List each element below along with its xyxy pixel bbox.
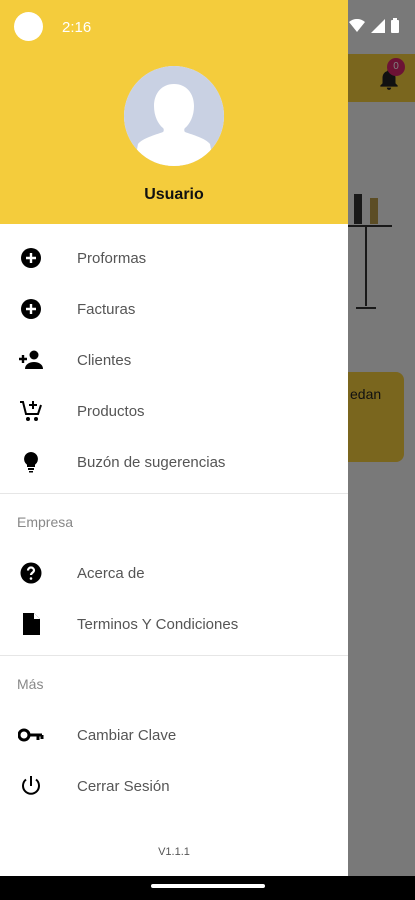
person-add-icon [18, 347, 44, 373]
section-title-mas: Más [17, 676, 44, 692]
add-circle-icon [18, 245, 44, 271]
power-icon [18, 773, 44, 799]
add-circle-icon [18, 296, 44, 322]
menu-item-acerca-de[interactable]: Acerca de [0, 548, 348, 598]
divider [0, 655, 348, 656]
status-app-icon [14, 12, 43, 41]
avatar-placeholder-icon [124, 66, 224, 166]
navigation-drawer: Usuario Proformas Facturas Clientes Prod… [0, 0, 348, 876]
menu-item-clientes[interactable]: Clientes [0, 335, 348, 385]
menu-item-cerrar-sesion[interactable]: Cerrar Sesión [0, 761, 348, 811]
home-indicator[interactable] [151, 884, 265, 888]
section-title-empresa: Empresa [17, 514, 74, 530]
status-time: 2:16 [62, 19, 92, 36]
status-icons [349, 18, 399, 33]
help-circle-icon [18, 560, 44, 586]
add-cart-icon [18, 398, 44, 424]
menu-item-facturas[interactable]: Facturas [0, 284, 348, 334]
divider [0, 493, 348, 494]
system-nav-bar [0, 876, 415, 900]
document-icon [18, 611, 44, 637]
lightbulb-icon [18, 449, 44, 475]
menu-label: Cambiar Clave [77, 726, 177, 744]
app-version: V1.1.1 [158, 846, 190, 858]
menu-label: Productos [77, 402, 145, 420]
menu-label: Terminos Y Condiciones [77, 615, 239, 633]
menu-label: Cerrar Sesión [77, 777, 170, 795]
battery-icon [391, 18, 399, 33]
menu-label: Acerca de [77, 564, 145, 582]
menu-item-cambiar-clave[interactable]: Cambiar Clave [0, 710, 348, 760]
cellular-signal-icon [371, 18, 385, 33]
wifi-icon [349, 18, 365, 32]
avatar[interactable] [124, 66, 224, 166]
menu-item-productos[interactable]: Productos [0, 386, 348, 436]
menu-label: Facturas [77, 300, 136, 318]
menu-item-terminos-condiciones[interactable]: Terminos Y Condiciones [0, 599, 348, 649]
menu-label: Clientes [77, 351, 132, 369]
user-name: Usuario [144, 186, 204, 203]
menu-label: Proformas [77, 249, 147, 267]
status-bar: 2:16 [0, 0, 415, 54]
menu-label: Buzón de sugerencias [77, 453, 226, 471]
menu-item-proformas[interactable]: Proformas [0, 233, 348, 283]
key-icon [18, 722, 44, 748]
menu-item-buzon-sugerencias[interactable]: Buzón de sugerencias [0, 437, 348, 487]
